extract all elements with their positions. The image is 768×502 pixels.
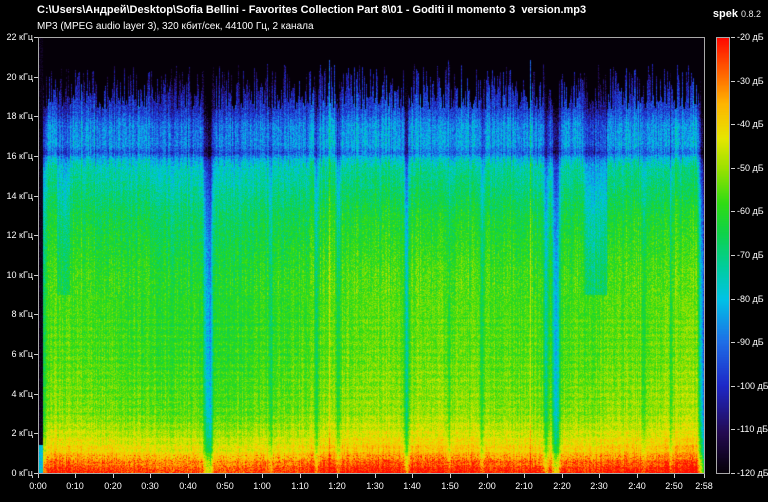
time-tick xyxy=(75,474,76,478)
time-tick xyxy=(113,474,114,478)
level-tick xyxy=(731,473,735,474)
freq-tick-label: 14 кГц xyxy=(6,191,33,201)
colorbar-canvas xyxy=(717,38,729,473)
freq-tick-label: 0 кГц xyxy=(11,468,33,478)
time-tick-label: 2:00 xyxy=(478,481,496,491)
freq-tick-label: 20 кГц xyxy=(6,72,33,82)
time-tick xyxy=(704,474,705,478)
spectrogram-plot xyxy=(38,37,705,474)
level-tick xyxy=(731,429,735,430)
stream-info: MP3 (MPEG audio layer 3), 320 кбит/сек, … xyxy=(37,21,314,32)
level-tick xyxy=(731,255,735,256)
time-tick xyxy=(150,474,151,478)
freq-tick xyxy=(34,275,38,276)
freq-tick-label: 22 кГц xyxy=(6,32,33,42)
freq-tick-label: 10 кГц xyxy=(6,270,33,280)
time-tick xyxy=(375,474,376,478)
level-colorbar xyxy=(716,37,730,474)
app-title: spek 0.8.2 xyxy=(713,4,761,22)
level-tick xyxy=(731,168,735,169)
level-tick-label: -110 дБ xyxy=(737,424,768,434)
time-tick-label: 1:10 xyxy=(291,481,309,491)
freq-tick xyxy=(34,37,38,38)
time-tick xyxy=(262,474,263,478)
time-tick-label: 1:50 xyxy=(441,481,459,491)
level-tick xyxy=(731,211,735,212)
time-tick-label: 0:20 xyxy=(104,481,122,491)
level-tick-label: -80 дБ xyxy=(737,294,764,304)
level-tick-label: -100 дБ xyxy=(737,381,768,391)
spectrogram-canvas xyxy=(39,38,704,473)
time-tick-label: 0:50 xyxy=(216,481,234,491)
freq-tick xyxy=(34,196,38,197)
time-tick xyxy=(599,474,600,478)
time-tick-label: 0:40 xyxy=(179,481,197,491)
level-tick-label: -20 дБ xyxy=(737,32,764,42)
level-tick xyxy=(731,81,735,82)
time-tick-label: 0:30 xyxy=(141,481,159,491)
time-tick xyxy=(300,474,301,478)
time-tick-label: 2:58 xyxy=(695,481,713,491)
level-tick-label: -50 дБ xyxy=(737,163,764,173)
time-tick-label: 2:30 xyxy=(590,481,608,491)
freq-tick-label: 4 кГц xyxy=(11,389,33,399)
time-tick-label: 2:10 xyxy=(515,481,533,491)
file-path: C:\Users\Андрей\Desktop\Sofia Bellini - … xyxy=(37,4,587,16)
freq-tick xyxy=(34,354,38,355)
level-tick xyxy=(731,37,735,38)
freq-tick-label: 12 кГц xyxy=(6,230,33,240)
time-tick xyxy=(38,474,39,478)
time-tick xyxy=(188,474,189,478)
freq-tick-label: 18 кГц xyxy=(6,111,33,121)
freq-tick xyxy=(34,314,38,315)
level-tick-label: -40 дБ xyxy=(737,119,764,129)
time-tick-label: 1:20 xyxy=(328,481,346,491)
time-tick-label: 0:10 xyxy=(66,481,84,491)
time-tick xyxy=(450,474,451,478)
app-name: spek xyxy=(712,8,738,20)
freq-tick-label: 8 кГц xyxy=(11,309,33,319)
level-tick-label: -70 дБ xyxy=(737,250,764,260)
time-tick-label: 2:20 xyxy=(553,481,571,491)
time-tick xyxy=(562,474,563,478)
time-tick xyxy=(524,474,525,478)
level-tick xyxy=(731,124,735,125)
freq-tick xyxy=(34,156,38,157)
freq-tick-label: 16 кГц xyxy=(6,151,33,161)
level-tick xyxy=(731,342,735,343)
freq-tick xyxy=(34,116,38,117)
level-tick xyxy=(731,299,735,300)
time-tick xyxy=(674,474,675,478)
level-tick-label: -60 дБ xyxy=(737,206,764,216)
time-tick xyxy=(225,474,226,478)
time-tick-label: 1:30 xyxy=(366,481,384,491)
time-tick-label: 1:40 xyxy=(403,481,421,491)
time-tick-label: 2:40 xyxy=(628,481,646,491)
level-tick-label: -90 дБ xyxy=(737,337,764,347)
freq-tick xyxy=(34,394,38,395)
time-tick xyxy=(487,474,488,478)
freq-tick-label: 6 кГц xyxy=(11,349,33,359)
level-tick xyxy=(731,386,735,387)
time-tick xyxy=(637,474,638,478)
spek-window: C:\Users\Андрей\Desktop\Sofia Bellini - … xyxy=(0,0,768,502)
time-tick xyxy=(337,474,338,478)
time-tick-label: 1:00 xyxy=(253,481,271,491)
freq-tick xyxy=(34,77,38,78)
time-tick-label: 0:00 xyxy=(29,481,47,491)
level-tick-label: -30 дБ xyxy=(737,76,764,86)
time-tick-label: 2:50 xyxy=(665,481,683,491)
freq-tick xyxy=(34,433,38,434)
level-tick-label: -120 дБ xyxy=(737,468,768,478)
app-version: 0.8.2 xyxy=(740,9,761,19)
time-tick xyxy=(412,474,413,478)
freq-tick-label: 2 кГц xyxy=(11,428,33,438)
freq-tick xyxy=(34,235,38,236)
